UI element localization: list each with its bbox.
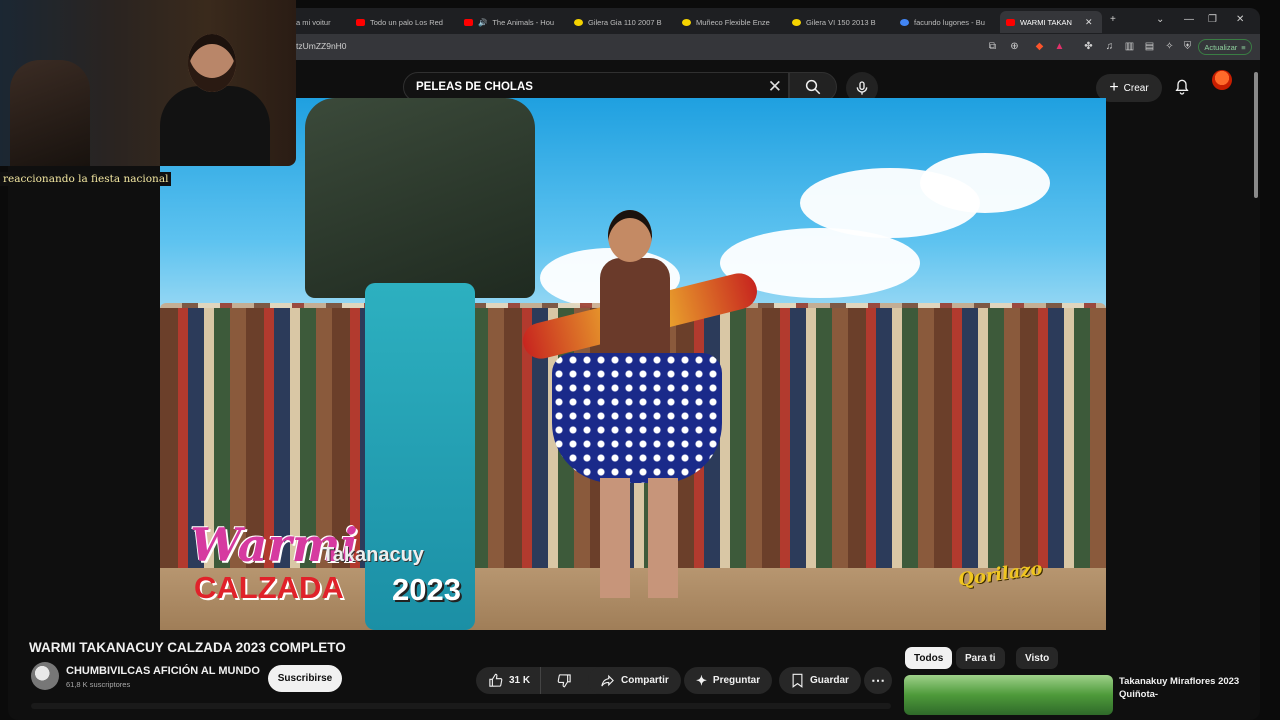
overlay-takanacuy: Takanacuy	[322, 544, 424, 566]
youtube-favicon-icon	[1006, 18, 1015, 26]
mercadolibre-favicon-icon	[792, 18, 801, 26]
video-frame-dancer	[600, 258, 670, 358]
description-box-edge	[31, 703, 891, 709]
like-button[interactable]: 31 K	[476, 667, 542, 694]
vpn-icon[interactable]: ⛨	[1182, 41, 1193, 52]
speaker-icon: 🔊	[478, 17, 488, 27]
tab-search-icon[interactable]: ⌄	[1156, 14, 1164, 25]
thumbs-down-icon	[557, 674, 571, 688]
minimize-icon[interactable]: —	[1184, 14, 1194, 25]
account-avatar-icon[interactable]	[1212, 70, 1232, 90]
page-scrollbar[interactable]	[1254, 72, 1258, 198]
youtube-favicon-icon	[356, 18, 365, 26]
webcam-overlay	[0, 0, 296, 166]
stream-caption: reaccionando la fiesta nacional	[0, 172, 172, 186]
subscriber-count: 61,8 K suscriptores	[66, 680, 131, 689]
new-tab-button[interactable]: +	[1110, 14, 1116, 25]
save-button[interactable]: Guardar	[779, 667, 861, 694]
install-app-icon[interactable]: ⧉	[987, 41, 998, 52]
bookmark-icon	[792, 673, 803, 688]
search-icon	[805, 79, 821, 95]
create-label: Crear	[1123, 82, 1149, 94]
close-window-icon[interactable]: ✕	[1236, 14, 1244, 25]
subscribe-button[interactable]: Suscribirse	[268, 665, 342, 692]
browser-tab[interactable]: Gilera VI 150 2013 B	[786, 11, 890, 33]
chip-visto[interactable]: Visto	[1016, 647, 1059, 669]
channel-name[interactable]: CHUMBIVILCAS AFICIÓN AL MUNDO	[66, 665, 260, 677]
brave-shield-icon[interactable]: ◆	[1034, 41, 1045, 52]
video-frame-dancer-head	[608, 210, 652, 262]
sidebar-icon[interactable]: ▥	[1124, 41, 1135, 52]
share-button[interactable]: Compartir	[588, 667, 681, 694]
chip-todos[interactable]: Todos	[905, 647, 953, 669]
tab-label: The Animals - Hou	[492, 17, 555, 27]
video-frame-cloud	[920, 153, 1050, 213]
video-player[interactable]: Warmi Takanacuy CALZADA 2023 Qorilazo	[160, 98, 1106, 630]
browser-tab[interactable]: Gilera Gia 110 2007 B	[568, 11, 668, 33]
save-label: Guardar	[810, 675, 849, 686]
plus-icon: +	[1109, 79, 1119, 96]
mercadolibre-favicon-icon	[574, 18, 583, 26]
mic-icon	[856, 81, 868, 95]
browser-tab[interactable]: a mi voitur	[290, 11, 348, 33]
search-value: PELEAS DE CHOLAS	[416, 81, 533, 93]
video-frame-dancer-legs	[600, 478, 680, 598]
menu-icon: ≡	[1241, 42, 1246, 52]
overlay-calzada: CALZADA	[194, 570, 344, 605]
extensions-icon[interactable]: ✤	[1083, 41, 1094, 52]
url-field[interactable]: tzUmZZ9nH0	[296, 41, 347, 51]
video-title: WARMI TAKANACUY CALZADA 2023 COMPLETO	[29, 640, 346, 655]
share-icon	[601, 674, 614, 687]
notifications-button[interactable]	[1174, 78, 1190, 96]
thumbs-up-icon	[489, 673, 503, 687]
share-label: Compartir	[621, 675, 669, 686]
like-count: 31 K	[509, 675, 531, 686]
ask-button[interactable]: ✦ Preguntar	[684, 667, 773, 694]
channel-avatar[interactable]	[31, 662, 59, 690]
clear-search-icon[interactable]: ✕	[768, 77, 782, 97]
update-button[interactable]: Actualizar ≡	[1198, 39, 1252, 55]
close-tab-icon[interactable]: ✕	[1085, 17, 1093, 28]
browser-tab[interactable]: facundo lugones - Bu	[894, 11, 998, 33]
update-label: Actualizar	[1204, 42, 1238, 52]
leo-icon[interactable]: ✧	[1164, 41, 1175, 52]
overlay-year: 2023	[392, 572, 461, 607]
brave-rewards-icon[interactable]: ▲	[1054, 41, 1065, 52]
restore-icon[interactable]: ❐	[1208, 14, 1217, 25]
media-icon[interactable]: ♫	[1104, 41, 1115, 52]
zoom-icon[interactable]: ⊕	[1009, 41, 1020, 52]
youtube-favicon-icon	[464, 18, 473, 26]
chip-para-ti[interactable]: Para ti	[956, 647, 1005, 669]
video-frame-jacket	[305, 98, 535, 298]
mercadolibre-favicon-icon	[682, 18, 691, 26]
tab-label: Gilera VI 150 2013 B	[806, 17, 876, 27]
more-actions-button[interactable]: ⋯	[864, 667, 892, 694]
recommendation-thumbnail[interactable]	[904, 675, 1113, 715]
sparkle-icon: ✦	[696, 672, 707, 688]
browser-tab[interactable]: Muñeco Flexible Enze	[676, 11, 782, 33]
ask-label: Preguntar	[712, 675, 761, 686]
webcam-person	[160, 34, 270, 166]
wallet-icon[interactable]: ▤	[1144, 41, 1155, 52]
bell-icon	[1175, 79, 1189, 95]
webcam-person-body	[160, 86, 270, 166]
tab-label: Todo un palo Los Red	[370, 17, 443, 27]
tab-label: facundo lugones - Bu	[914, 17, 985, 27]
tab-label: WARMI TAKAN	[1020, 17, 1072, 27]
browser-tab-active[interactable]: WARMI TAKAN ✕	[1000, 11, 1102, 33]
dislike-button[interactable]	[547, 667, 582, 694]
webcam-person-left	[10, 60, 90, 166]
google-favicon-icon	[900, 18, 909, 26]
recommendation-title[interactable]: Takanakuy Miraflores 2023 Quiñota-	[1119, 675, 1249, 701]
tab-label: Muñeco Flexible Enze	[696, 17, 770, 27]
video-frame-skirt	[552, 353, 722, 483]
tab-label: a mi voitur	[296, 17, 331, 27]
browser-tab[interactable]: 🔊 The Animals - Hou	[458, 11, 558, 33]
more-icon: ⋯	[871, 672, 885, 688]
tab-label: Gilera Gia 110 2007 B	[588, 17, 662, 27]
browser-tab[interactable]: Todo un palo Los Red	[350, 11, 452, 33]
webcam-person-head	[188, 34, 236, 92]
